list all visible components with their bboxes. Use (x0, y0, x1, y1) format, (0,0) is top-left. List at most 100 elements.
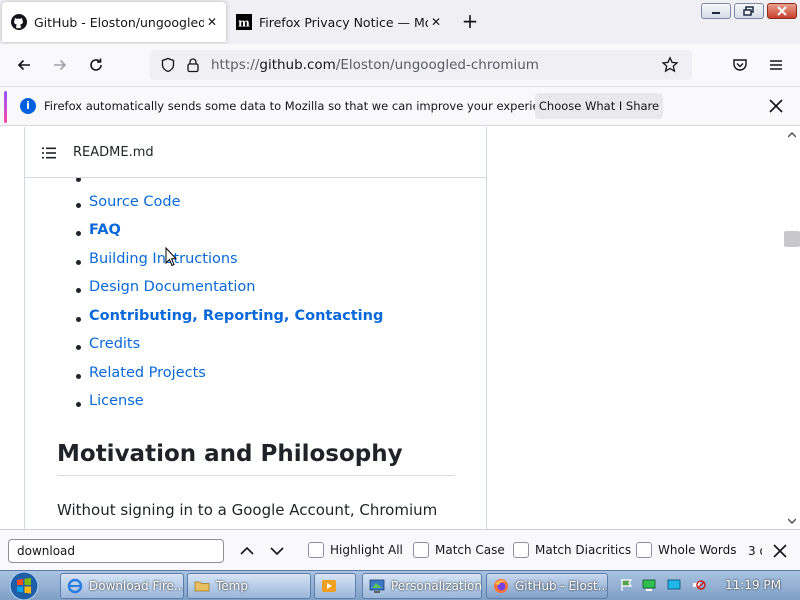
navigation-toolbar: https://github.com/Eloston/ungoogled-chr… (0, 44, 800, 86)
match-count: 3 of 3 matches (748, 544, 762, 558)
toc-link-related-projects[interactable]: Related Projects (89, 365, 206, 381)
option-label: Match Diacritics (535, 543, 632, 557)
toc-link-source-code[interactable]: Source Code (89, 194, 181, 210)
checkbox[interactable] (308, 542, 324, 558)
scroll-down-icon[interactable] (788, 517, 796, 525)
url-text[interactable]: https://github.com/Eloston/ungoogled-chr… (211, 57, 539, 73)
find-previous-icon[interactable] (238, 542, 256, 560)
checkbox[interactable] (636, 542, 652, 558)
media-player-icon (322, 580, 336, 592)
info-icon: i (20, 98, 36, 114)
find-input[interactable] (8, 539, 224, 563)
restore-button[interactable] (734, 3, 764, 19)
tab-title: Firefox Privacy Notice — Mozilla (259, 14, 428, 30)
folder-icon (194, 581, 210, 592)
pocket-icon (733, 59, 747, 71)
hamburger-menu-icon (770, 60, 782, 70)
tab-mozilla-privacy[interactable]: m Firefox Privacy Notice — Mozilla ✕ (230, 2, 450, 42)
network-icon[interactable] (642, 578, 656, 592)
list-bullet (76, 231, 81, 236)
back-arrow-icon (17, 59, 30, 71)
url-path: /Eloston/ungoogled-chromium (335, 57, 539, 73)
page-scrollbar[interactable] (784, 127, 800, 529)
table-of-contents-icon[interactable] (41, 145, 57, 161)
close-icon (777, 6, 787, 16)
display-icon[interactable] (667, 578, 681, 592)
back-button[interactable] (12, 53, 36, 77)
url-prefix: https:// (211, 57, 260, 73)
checkbox[interactable] (513, 542, 529, 558)
taskbar-item-firefox-github[interactable]: GitHub - Elost... (486, 573, 608, 599)
mozilla-icon: m (236, 14, 252, 30)
section-heading: Motivation and Philosophy (57, 441, 455, 476)
volume-icon[interactable] (692, 578, 706, 592)
list-bullet (76, 288, 81, 293)
taskbar-item-download-firefox[interactable]: Download Fire... (60, 573, 184, 599)
taskbar-item-media-player[interactable] (314, 573, 356, 599)
windows-start-icon[interactable] (4, 571, 44, 600)
match-diacritics-checkbox[interactable]: Match Diacritics (513, 542, 631, 558)
option-label: Whole Words (658, 543, 737, 557)
list-bullet (76, 345, 81, 350)
url-host: github.com (259, 57, 336, 73)
scroll-up-icon[interactable] (788, 131, 796, 139)
list-bullet (76, 317, 81, 322)
taskbar-item-label: Download Fire... (89, 579, 184, 593)
choose-what-i-share-button[interactable]: Choose What I Share (535, 93, 663, 119)
option-label: Match Case (435, 543, 505, 557)
svg-text:m: m (238, 17, 250, 30)
reload-button[interactable] (84, 53, 108, 77)
mouse-cursor-icon (165, 247, 177, 267)
notification-accent (4, 91, 7, 123)
notification-message: Firefox automatically sends some data to… (44, 99, 564, 113)
find-next-icon[interactable] (268, 542, 286, 560)
toc-link-contributing[interactable]: Contributing, Reporting, Contacting (89, 308, 383, 324)
option-label: Highlight All (330, 543, 403, 557)
close-tab-icon[interactable]: ✕ (204, 15, 220, 29)
match-case-checkbox[interactable]: Match Case (413, 542, 505, 558)
github-icon (11, 14, 27, 30)
close-icon[interactable] (766, 96, 786, 116)
section-paragraph: Without signing in to a Google Account, … (57, 501, 438, 529)
minimize-button[interactable] (701, 3, 731, 19)
lock-icon[interactable] (185, 57, 201, 73)
highlight-all-checkbox[interactable]: Highlight All (308, 542, 403, 558)
readme-filename: README.md (73, 145, 154, 160)
action-center-flag-icon[interactable] (620, 578, 634, 592)
toc-link-credits[interactable]: Credits (89, 336, 140, 352)
url-bar[interactable]: https://github.com/Eloston/ungoogled-chr… (150, 50, 692, 80)
bookmark-star-icon[interactable] (661, 56, 679, 74)
forward-arrow-icon (54, 59, 67, 71)
toc-link-building-instructions[interactable]: Building Instructions (89, 251, 238, 267)
minimize-icon (712, 12, 720, 14)
new-tab-button[interactable]: + (458, 10, 482, 34)
taskbar-item-personalization[interactable]: Personalization (362, 573, 482, 599)
firefox-icon (494, 579, 508, 593)
checkbox[interactable] (413, 542, 429, 558)
reload-icon (90, 58, 102, 71)
list-bullet (76, 203, 81, 208)
tab-github[interactable]: GitHub - Eloston/ungoogled-chromium ✕ (2, 2, 226, 42)
toc-link-license[interactable]: License (89, 393, 144, 409)
forward-button[interactable] (48, 53, 72, 77)
page-content: README.md Downloads Source Code FAQ Buil… (0, 127, 784, 529)
readme-header: README.md (25, 127, 486, 178)
scrollbar-thumb[interactable] (784, 231, 800, 247)
toc-link-design-documentation[interactable]: Design Documentation (89, 279, 255, 295)
readme-container: README.md Downloads Source Code FAQ Buil… (24, 127, 487, 529)
list-bullet (76, 402, 81, 407)
tab-title: GitHub - Eloston/ungoogled-chromium (34, 14, 204, 30)
taskbar-item-label: GitHub - Elost... (515, 579, 608, 593)
taskbar-item-temp[interactable]: Temp (187, 573, 311, 599)
restore-icon (743, 6, 754, 16)
menu-button[interactable] (764, 53, 788, 77)
window-close-button[interactable] (767, 3, 797, 19)
toc-link-faq[interactable]: FAQ (89, 222, 121, 238)
whole-words-checkbox[interactable]: Whole Words (636, 542, 736, 558)
shield-icon[interactable] (160, 57, 176, 73)
taskbar-clock[interactable]: 11:19 PM (725, 578, 781, 592)
close-tab-icon[interactable]: ✕ (428, 15, 444, 29)
pocket-button[interactable] (728, 53, 752, 77)
close-find-bar-icon[interactable] (771, 542, 789, 560)
ie-icon (67, 578, 83, 594)
